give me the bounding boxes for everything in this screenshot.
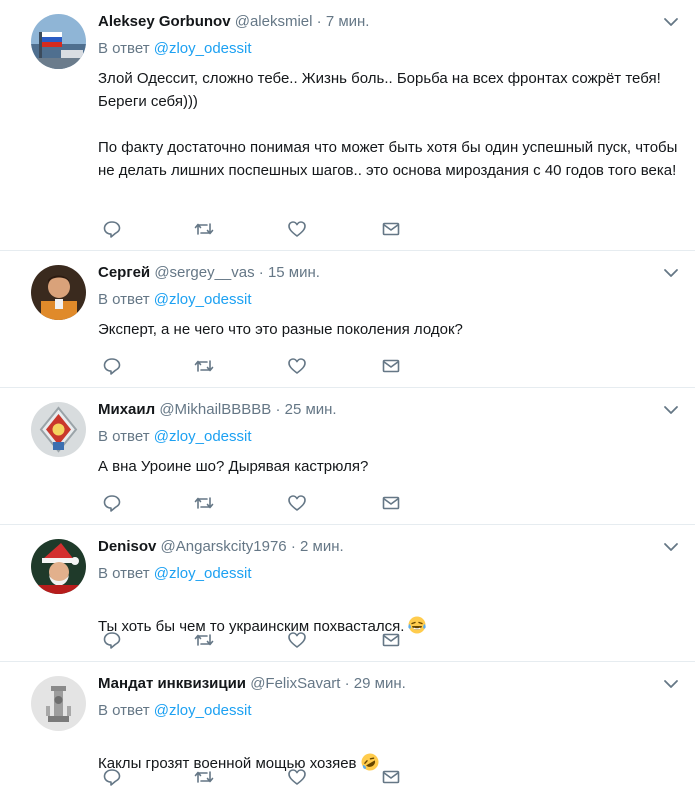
author-handle[interactable]: @sergey__vas — [154, 264, 254, 281]
avatar[interactable] — [31, 676, 86, 731]
tweet-actions — [98, 218, 418, 240]
reply-context: В ответ @zloy_odessit — [98, 564, 252, 584]
tweet-header: Сергей @sergey__vas · 15 мин. — [98, 263, 320, 283]
tweet-time[interactable]: 7 мин. — [326, 13, 370, 30]
separator-dot: · — [344, 675, 350, 692]
reply-mention-link[interactable]: @zloy_odessit — [154, 702, 252, 719]
like-heart-icon[interactable] — [286, 766, 308, 788]
tweet-header: Denisov @Angarskcity1976 · 2 мин. — [98, 537, 344, 557]
like-heart-icon[interactable] — [286, 492, 308, 514]
reply-prefix: В ответ — [98, 291, 150, 308]
tweet-actions — [98, 355, 418, 377]
reply-icon[interactable] — [101, 492, 123, 514]
reply-mention-link[interactable]: @zloy_odessit — [154, 40, 252, 57]
tweet-text: Эксперт, а не чего что это разные поколе… — [98, 321, 463, 338]
avatar[interactable] — [31, 402, 86, 457]
tweet-actions — [98, 766, 418, 788]
chevron-down-icon[interactable] — [661, 400, 681, 420]
tweet-card[interactable]: Denisov @Angarskcity1976 · 2 мин. В отве… — [0, 525, 695, 662]
reply-icon[interactable] — [101, 629, 123, 651]
retweet-icon[interactable] — [193, 492, 215, 514]
tweet-time[interactable]: 2 мин. — [300, 538, 344, 555]
chevron-down-icon[interactable] — [661, 12, 681, 32]
tweet-actions — [98, 629, 418, 651]
author-handle[interactable]: @aleksmiel — [235, 13, 313, 30]
like-heart-icon[interactable] — [286, 355, 308, 377]
separator-dot: · — [316, 13, 322, 30]
author-name[interactable]: Мандат инквизиции — [98, 675, 246, 692]
author-handle[interactable]: @MikhailBBBBB — [159, 401, 271, 418]
reply-mention-link[interactable]: @zloy_odessit — [154, 291, 252, 308]
reply-context: В ответ @zloy_odessit — [98, 290, 252, 310]
direct-message-envelope-icon[interactable] — [380, 629, 402, 651]
reply-context: В ответ @zloy_odessit — [98, 701, 252, 721]
chevron-down-icon[interactable] — [661, 674, 681, 694]
retweet-icon[interactable] — [193, 629, 215, 651]
reply-mention-link[interactable]: @zloy_odessit — [154, 428, 252, 445]
tweet-header: Aleksey Gorbunov @aleksmiel · 7 мин. — [98, 12, 369, 32]
direct-message-envelope-icon[interactable] — [380, 355, 402, 377]
author-handle[interactable]: @FelixSavart — [250, 675, 340, 692]
reply-mention-link[interactable]: @zloy_odessit — [154, 565, 252, 582]
separator-dot: · — [258, 264, 264, 281]
tweet-time[interactable]: 29 мин. — [354, 675, 406, 692]
reply-prefix: В ответ — [98, 565, 150, 582]
separator-dot: · — [290, 538, 296, 555]
reply-prefix: В ответ — [98, 40, 150, 57]
reply-prefix: В ответ — [98, 428, 150, 445]
tweet-text: А вна Уроине шо? Дырявая кастрюля? — [98, 458, 369, 475]
avatar[interactable] — [31, 14, 86, 69]
tweet-text: Злой Одессит, сложно тебе.. Жизнь боль..… — [98, 70, 678, 179]
direct-message-envelope-icon[interactable] — [380, 492, 402, 514]
like-heart-icon[interactable] — [286, 629, 308, 651]
tweet-header: Михаил @MikhailBBBBB · 25 мин. — [98, 400, 337, 420]
direct-message-envelope-icon[interactable] — [380, 218, 402, 240]
retweet-icon[interactable] — [193, 355, 215, 377]
chevron-down-icon[interactable] — [661, 537, 681, 557]
author-name[interactable]: Denisov — [98, 538, 156, 555]
avatar[interactable] — [31, 265, 86, 320]
author-handle[interactable]: @Angarskcity1976 — [161, 538, 287, 555]
tweet-time[interactable]: 15 мин. — [268, 264, 320, 281]
reply-context: В ответ @zloy_odessit — [98, 39, 252, 59]
tweet-card[interactable]: Мандат инквизиции @FelixSavart · 29 мин.… — [0, 662, 695, 786]
retweet-icon[interactable] — [193, 218, 215, 240]
reply-icon[interactable] — [101, 218, 123, 240]
reply-context: В ответ @zloy_odessit — [98, 427, 252, 447]
tweet-card[interactable]: Aleksey Gorbunov @aleksmiel · 7 мин. В о… — [0, 0, 695, 251]
retweet-icon[interactable] — [193, 766, 215, 788]
reply-prefix: В ответ — [98, 702, 150, 719]
tweet-card[interactable]: Сергей @sergey__vas · 15 мин. В ответ @z… — [0, 251, 695, 388]
author-name[interactable]: Aleksey Gorbunov — [98, 13, 231, 30]
direct-message-envelope-icon[interactable] — [380, 766, 402, 788]
tweet-header: Мандат инквизиции @FelixSavart · 29 мин. — [98, 674, 406, 694]
author-name[interactable]: Сергей — [98, 264, 150, 281]
chevron-down-icon[interactable] — [661, 263, 681, 283]
reply-icon[interactable] — [101, 355, 123, 377]
tweet-card[interactable]: Михаил @MikhailBBBBB · 25 мин. В ответ @… — [0, 388, 695, 525]
author-name[interactable]: Михаил — [98, 401, 155, 418]
avatar[interactable] — [31, 539, 86, 594]
tweet-time[interactable]: 25 мин. — [285, 401, 337, 418]
tweet-actions — [98, 492, 418, 514]
like-heart-icon[interactable] — [286, 218, 308, 240]
reply-icon[interactable] — [101, 766, 123, 788]
separator-dot: · — [275, 401, 281, 418]
